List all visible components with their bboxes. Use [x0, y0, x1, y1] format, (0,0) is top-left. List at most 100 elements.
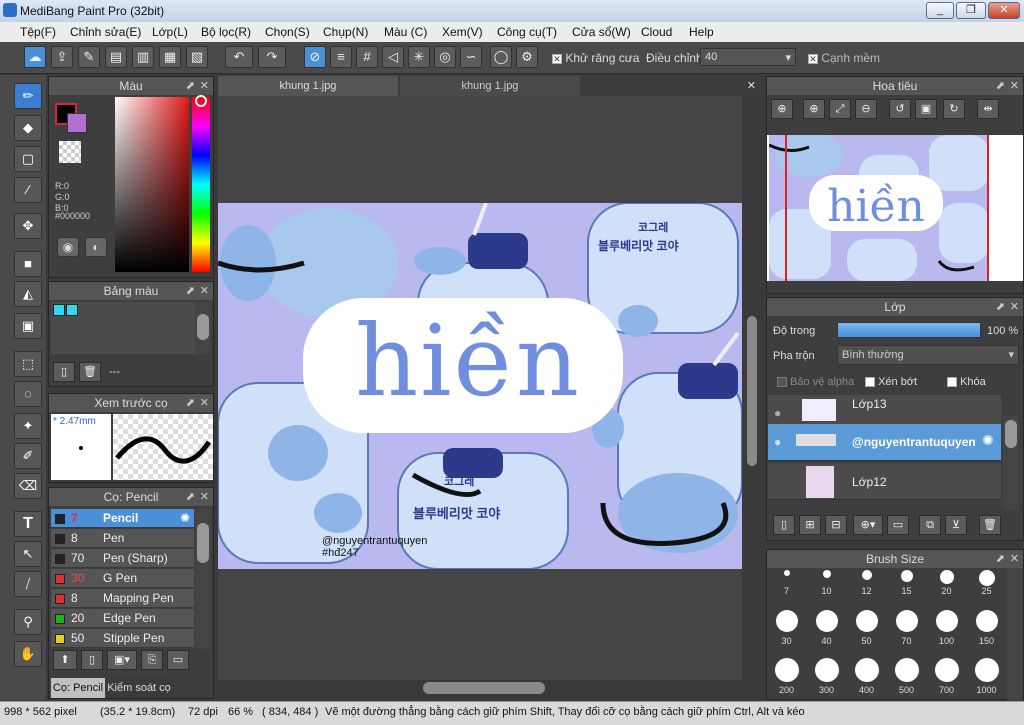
brush-tool-icon[interactable]: ✏: [14, 83, 42, 109]
trash-icon[interactable]: 🗑: [979, 515, 1001, 535]
fit-screen-icon[interactable]: ⤢: [829, 99, 851, 119]
close-icon[interactable]: ✕: [200, 282, 209, 300]
brush-item-edge-pen[interactable]: 20 Edge Pen: [51, 609, 194, 628]
pages-icon[interactable]: ▦: [159, 46, 181, 68]
tab-brush[interactable]: Cọ: Pencil: [51, 678, 105, 698]
palette-icon[interactable]: ◉: [57, 237, 79, 257]
add-brush-icon[interactable]: ⬆: [53, 650, 77, 670]
rotate-snap-icon[interactable]: ◯: [490, 46, 512, 68]
brush-size-40[interactable]: 40: [807, 610, 846, 646]
hand-tool-icon[interactable]: ✋: [14, 641, 42, 667]
reset-rotation-icon[interactable]: ▣: [915, 99, 937, 119]
transparent-color[interactable]: [59, 141, 81, 163]
close-icon[interactable]: ✕: [1010, 298, 1019, 316]
brush-size-50[interactable]: 50: [847, 610, 886, 646]
eyedropper-tool-icon[interactable]: ⚲: [14, 609, 42, 635]
layer-row[interactable]: Lớp12: [768, 463, 1001, 500]
menu-select[interactable]: Chọn(S): [265, 25, 310, 39]
navigator-viewport-frame[interactable]: [785, 135, 989, 281]
layer-scrollbar[interactable]: [1003, 416, 1019, 510]
undock-icon[interactable]: ⬈: [186, 488, 195, 506]
undock-icon[interactable]: ⬈: [996, 77, 1005, 95]
redo-icon[interactable]: ↷: [258, 46, 286, 68]
select-pen-tool-icon[interactable]: ✐: [14, 443, 42, 469]
new-layer-1bit-icon[interactable]: ⊟: [825, 515, 847, 535]
menu-view[interactable]: Xem(V): [442, 25, 483, 39]
brush-size-scrollbar[interactable]: [1007, 568, 1023, 700]
maximize-button[interactable]: ❐: [956, 2, 986, 19]
folder-icon[interactable]: ▭: [167, 650, 189, 670]
palette-swatch[interactable]: [66, 304, 78, 316]
select-tool-icon[interactable]: ⬚: [14, 351, 42, 377]
clip-checkbox[interactable]: [865, 377, 875, 388]
trash-icon[interactable]: 🗑: [79, 362, 101, 382]
protect-alpha-toggle[interactable]: Bảo vệ alpha: [777, 376, 854, 388]
minimize-button[interactable]: _: [926, 2, 954, 19]
parallel-snap-icon[interactable]: ≡: [330, 46, 352, 68]
zoom-out-icon[interactable]: ⊖: [855, 99, 877, 119]
brush-size-10[interactable]: 10: [807, 570, 846, 596]
perspective-snap-icon[interactable]: ◁: [382, 46, 404, 68]
close-icon[interactable]: ✕: [200, 394, 209, 412]
folder-icon[interactable]: ▭: [887, 515, 909, 535]
canvas-hscrollbar[interactable]: [218, 680, 762, 696]
zoom-fit-icon[interactable]: ⊕: [771, 99, 793, 119]
brush-size-150[interactable]: 150: [967, 610, 1006, 646]
menu-cloud[interactable]: Cloud: [641, 25, 672, 39]
text-tool-icon[interactable]: T: [14, 511, 42, 537]
close-button[interactable]: ✕: [988, 2, 1020, 19]
canvas-vscrollbar[interactable]: [744, 96, 760, 680]
close-icon[interactable]: ✕: [200, 77, 209, 95]
close-icon[interactable]: ✕: [1010, 77, 1019, 95]
page-icon[interactable]: ▥: [132, 46, 154, 68]
saturation-picker[interactable]: [115, 97, 189, 272]
antialias-checkbox[interactable]: ✕: [552, 53, 562, 64]
brush-scrollbar[interactable]: [195, 509, 211, 649]
brush-size-300[interactable]: 300: [807, 658, 846, 695]
brush-size-15[interactable]: 15: [887, 570, 926, 596]
undock-icon[interactable]: ⬈: [186, 394, 195, 412]
close-icon[interactable]: ✕: [747, 79, 756, 92]
cloud-icon[interactable]: ☁: [24, 46, 46, 68]
circle-snap-icon[interactable]: ◎: [434, 46, 456, 68]
brush-size-100[interactable]: 100: [927, 610, 966, 646]
duplicate-layer-icon[interactable]: ⧉: [919, 515, 941, 535]
snap-off-icon[interactable]: ⊘: [304, 46, 326, 68]
speech-icon[interactable]: ▤: [105, 46, 127, 68]
brush-size-400[interactable]: 400: [847, 658, 886, 695]
edit-icon[interactable]: ▧: [186, 46, 208, 68]
rect-tool-icon[interactable]: ▢: [14, 146, 42, 172]
brush-size-12[interactable]: 12: [847, 570, 886, 596]
brush-size-25[interactable]: 25: [967, 570, 1006, 596]
brush-import-icon[interactable]: ⎘: [141, 650, 163, 670]
menu-layer[interactable]: Lớp(L): [152, 25, 188, 39]
brush-size-20[interactable]: 20: [927, 570, 966, 596]
hue-slider[interactable]: [192, 97, 210, 272]
menu-file[interactable]: Tệp(F): [20, 25, 56, 39]
select-eraser-tool-icon[interactable]: ⌫: [14, 473, 42, 499]
brush-size-30[interactable]: 30: [767, 610, 806, 646]
smooth-edge-checkbox[interactable]: ✕: [808, 53, 818, 64]
gear-icon[interactable]: ⚙: [516, 46, 538, 68]
new-layer-icon[interactable]: ▯: [773, 515, 795, 535]
brush-size-200[interactable]: 200: [767, 658, 806, 695]
smooth-edge-toggle[interactable]: ✕ Cạnh mềm: [808, 51, 880, 65]
bucket-tool-icon[interactable]: ◭: [14, 281, 42, 307]
grid-snap-icon[interactable]: #: [356, 46, 378, 68]
eye-icon[interactable]: ●: [774, 406, 781, 420]
brush-size-7[interactable]: 7: [767, 570, 806, 596]
adjust-select[interactable]: 40 ▾: [700, 48, 796, 66]
add-layer-menu-icon[interactable]: ⊕▾: [853, 515, 883, 535]
menu-edit[interactable]: Chỉnh sửa(E): [70, 25, 141, 39]
tab-brush-control[interactable]: Kiểm soát cọ: [105, 678, 173, 698]
close-icon[interactable]: ✕: [1010, 550, 1019, 568]
brush-item-g-pen[interactable]: 30 G Pen: [51, 569, 194, 588]
gear-icon[interactable]: ✺: [982, 432, 994, 449]
lock-toggle[interactable]: Khóa: [947, 376, 986, 388]
gradient-tool-icon[interactable]: ▣: [14, 313, 42, 339]
tab-document-1[interactable]: khung 1.jpg: [218, 76, 398, 96]
brush-size-1000[interactable]: 1000: [967, 658, 1006, 695]
menu-filter[interactable]: Bộ lọc(R): [201, 25, 251, 39]
color-settings-icon[interactable]: ◐: [85, 237, 107, 257]
tab-document-2[interactable]: khung 1.jpg: [400, 76, 580, 96]
